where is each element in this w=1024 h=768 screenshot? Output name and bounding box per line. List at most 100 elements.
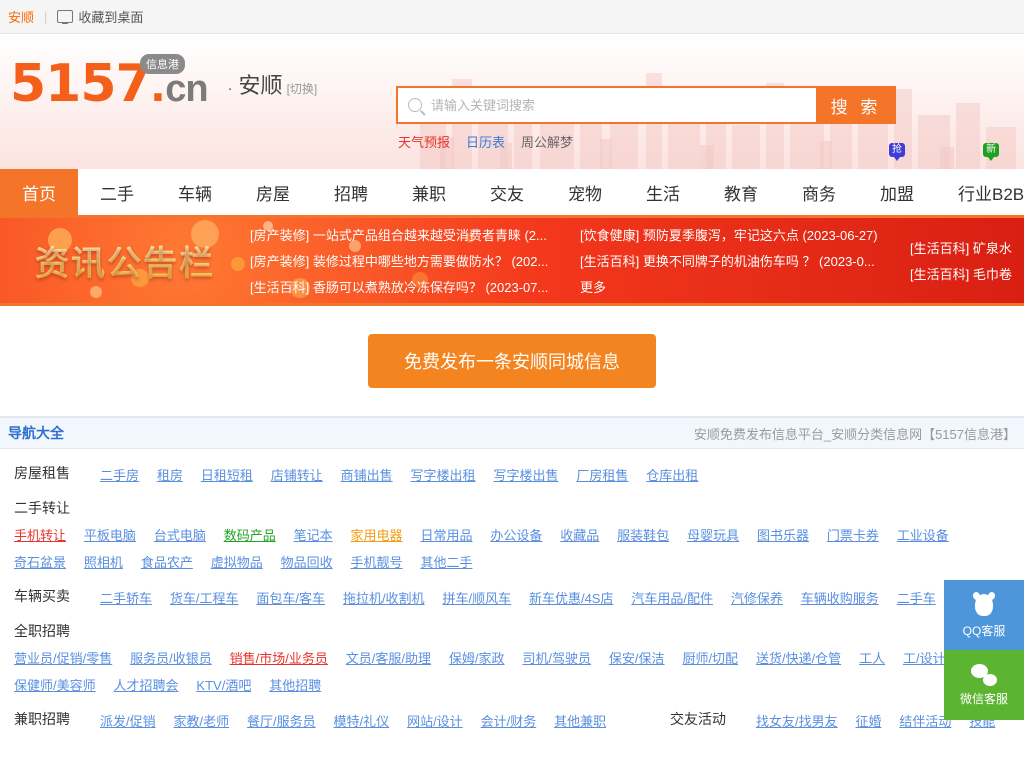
quick-link-calendar[interactable]: 日历表 <box>466 132 505 151</box>
dir-link[interactable]: 汽修保养 <box>731 591 783 606</box>
dir-link[interactable]: 保姆/家政 <box>449 651 505 666</box>
dir-link[interactable]: 数码产品 <box>224 528 276 543</box>
dir-link[interactable]: KTV/酒吧 <box>196 678 251 693</box>
dir-link[interactable]: 工人 <box>859 651 885 666</box>
dir-link[interactable]: 其他招聘 <box>269 678 321 693</box>
dir-link[interactable]: 二手房 <box>100 468 139 483</box>
dir-link[interactable]: 食品农产 <box>141 555 193 570</box>
news-item[interactable]: [房产装修] 一站式产品组合越来越受消费者青睐 (2... <box>250 225 568 244</box>
wechat-service-button[interactable]: 微信客服 <box>944 650 1024 720</box>
dir-link[interactable]: 奇石盆景 <box>14 555 66 570</box>
nav-item-recruitment[interactable]: 招聘 <box>312 169 390 215</box>
dir-link[interactable]: 日常用品 <box>420 528 472 543</box>
dir-link[interactable]: 汽车用品/配件 <box>631 591 713 606</box>
dir-link[interactable]: 拼车/顺风车 <box>442 591 511 606</box>
dir-link[interactable]: 家用电器 <box>351 528 403 543</box>
dir-link[interactable]: 拖拉机/收割机 <box>343 591 425 606</box>
dir-link[interactable]: 其他二手 <box>420 555 472 570</box>
dir-link[interactable]: 手机靓号 <box>351 555 403 570</box>
directory-links-housing: 二手房 租房 日租短租 店铺转让 商铺出售 写字楼出租 写字楼出售 厂房租售 仓… <box>100 462 1024 489</box>
dir-link[interactable]: 新车优惠/4S店 <box>529 591 614 606</box>
qq-service-button[interactable]: QQ客服 <box>944 580 1024 650</box>
dir-link[interactable]: 商铺出售 <box>341 468 393 483</box>
dir-link[interactable]: 厨师/切配 <box>682 651 738 666</box>
nav-item-home[interactable]: 首页 <box>0 169 78 215</box>
dir-link[interactable]: 文员/客服/助理 <box>346 651 431 666</box>
dir-link[interactable]: 图书乐器 <box>757 528 809 543</box>
search-input[interactable] <box>422 87 816 123</box>
nav-item-industry-b2b[interactable]: 新 行业B2B <box>936 143 1024 215</box>
news-item[interactable]: [房产装修] 装修过程中哪些地方需要做防水？ (202... <box>250 251 568 270</box>
nav-item-friends[interactable]: 交友 <box>468 169 546 215</box>
nav-item-education[interactable]: 教育 <box>702 169 780 215</box>
news-item[interactable]: [生活百科] 矿泉水 <box>910 238 1024 257</box>
dir-link[interactable]: 手机转让 <box>14 528 66 543</box>
dir-link[interactable]: 日租短租 <box>201 468 253 483</box>
dir-link[interactable]: 模特/礼仪 <box>334 714 390 729</box>
publish-free-info-button[interactable]: 免费发布一条安顺同城信息 <box>368 334 656 388</box>
nav-item-business[interactable]: 商务 <box>780 169 858 215</box>
dir-link[interactable]: 司机/驾驶员 <box>522 651 591 666</box>
site-logo[interactable]: 5157 . cn 信息港 <box>10 54 209 110</box>
dir-link[interactable]: 送货/快递/仓管 <box>756 651 841 666</box>
dir-link[interactable]: 写字楼出售 <box>493 468 558 483</box>
topbar-city-link[interactable]: 安顺 <box>8 7 34 26</box>
nav-item-parttime[interactable]: 兼职 <box>390 169 468 215</box>
search-button[interactable]: 搜 索 <box>816 86 896 124</box>
parttime-row: 兼职招聘 派发/促销 家教/老师 餐厅/服务员 模特/礼仪 网站/设计 会计/财… <box>0 701 670 742</box>
dir-link[interactable]: 笔记本 <box>294 528 333 543</box>
news-item[interactable]: [生活百科] 更换不同牌子的机油伤车吗 ？ (2023-0... <box>580 251 898 270</box>
news-item[interactable]: [生活百科] 香肠可以煮熟放冷冻保存吗？ (2023-07... <box>250 277 568 296</box>
dir-link[interactable]: 厂房租售 <box>576 468 628 483</box>
dir-link[interactable]: 店铺转让 <box>271 468 323 483</box>
dir-link[interactable]: 门票卡券 <box>827 528 879 543</box>
nav-item-pets[interactable]: 宠物 <box>546 169 624 215</box>
dir-link[interactable]: 派发/促销 <box>100 714 156 729</box>
dir-link[interactable]: 照相机 <box>84 555 123 570</box>
dir-link[interactable]: 二手轿车 <box>100 591 152 606</box>
dir-link[interactable]: 会计/财务 <box>481 714 537 729</box>
dir-link[interactable]: 货车/工程车 <box>170 591 239 606</box>
search-input-wrap[interactable] <box>396 86 816 124</box>
dir-link[interactable]: 餐厅/服务员 <box>247 714 316 729</box>
add-to-desktop-button[interactable]: 收藏到桌面 <box>57 7 143 26</box>
dir-link[interactable]: 平板电脑 <box>84 528 136 543</box>
dir-link[interactable]: 人才招聘会 <box>114 678 179 693</box>
dir-link[interactable]: 写字楼出租 <box>411 468 476 483</box>
quick-link-weather[interactable]: 天气预报 <box>398 132 450 151</box>
dir-link[interactable]: 征婚 <box>856 714 882 729</box>
dir-link[interactable]: 销售/市场/业务员 <box>230 651 328 666</box>
nav-item-vehicle[interactable]: 车辆 <box>156 169 234 215</box>
dir-link[interactable]: 二手车 <box>897 591 936 606</box>
dir-link[interactable]: 租房 <box>157 468 183 483</box>
dir-link[interactable]: 服装鞋包 <box>617 528 669 543</box>
dir-link[interactable]: 家教/老师 <box>174 714 230 729</box>
dir-link[interactable]: 物品回收 <box>281 555 333 570</box>
dir-link[interactable]: 母婴玩具 <box>687 528 739 543</box>
dir-link[interactable]: 办公设备 <box>490 528 542 543</box>
dir-link[interactable]: 面包车/客车 <box>256 591 325 606</box>
switch-city-link[interactable]: [切换] <box>287 80 318 97</box>
dir-link[interactable]: 虚拟物品 <box>211 555 263 570</box>
dir-link[interactable]: 台式电脑 <box>154 528 206 543</box>
quick-link-dream[interactable]: 周公解梦 <box>521 132 573 151</box>
dir-link[interactable]: 车辆收购服务 <box>801 591 879 606</box>
dir-link[interactable]: 其他兼职 <box>554 714 606 729</box>
news-more-link[interactable]: 更多 <box>580 277 898 296</box>
search-icon <box>408 98 422 112</box>
dir-link[interactable]: 保健师/美容师 <box>14 678 96 693</box>
dir-link[interactable]: 网站/设计 <box>407 714 463 729</box>
nav-item-secondhand[interactable]: 二手 <box>78 169 156 215</box>
dir-link[interactable]: 服务员/收银员 <box>130 651 212 666</box>
dir-link[interactable]: 仓库出租 <box>646 468 698 483</box>
news-item[interactable]: [饮食健康] 预防夏季腹泻，牢记这六点 (2023-06-27) <box>580 225 898 244</box>
nav-item-franchise[interactable]: 抢 加盟 <box>858 143 936 215</box>
nav-item-life[interactable]: 生活 <box>624 169 702 215</box>
dir-link[interactable]: 收藏品 <box>560 528 599 543</box>
dir-link[interactable]: 工业设备 <box>897 528 949 543</box>
dir-link[interactable]: 保安/保洁 <box>609 651 665 666</box>
dir-link[interactable]: 找女友/找男友 <box>756 714 838 729</box>
dir-link[interactable]: 营业员/促销/零售 <box>14 651 112 666</box>
news-item[interactable]: [生活百科] 毛巾卷 <box>910 264 1024 283</box>
nav-item-housing[interactable]: 房屋 <box>234 169 312 215</box>
